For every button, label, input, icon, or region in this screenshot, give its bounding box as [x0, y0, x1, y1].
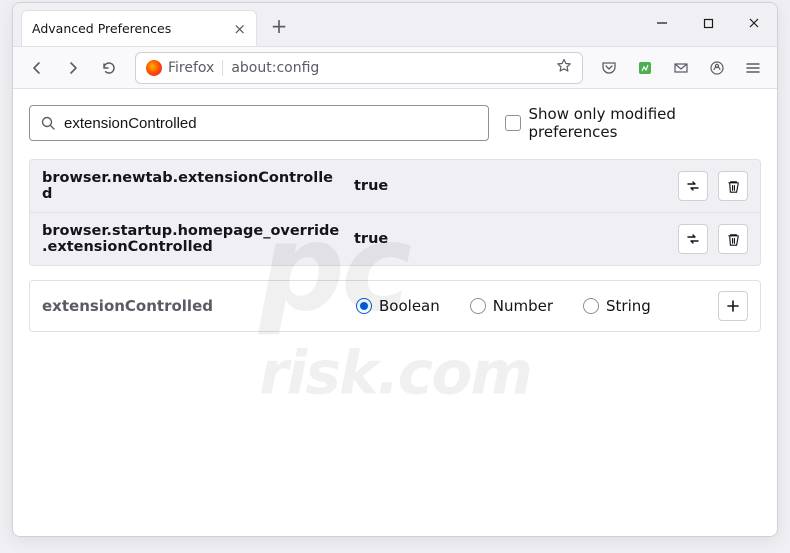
app-menu-button[interactable] [737, 52, 769, 84]
account-icon [709, 60, 725, 76]
inbox-button[interactable] [665, 52, 697, 84]
reload-icon [101, 60, 117, 76]
nav-toolbar: Firefox about:config [13, 47, 777, 89]
add-preference-name: extensionControlled [42, 297, 342, 315]
search-icon [40, 115, 56, 131]
url-text: about:config [231, 60, 548, 76]
preference-value: true [354, 231, 666, 247]
delete-button[interactable] [718, 224, 748, 254]
preference-name: browser.startup.homepage_override.extens… [42, 223, 342, 255]
plus-icon [726, 299, 740, 313]
pocket-icon [601, 60, 617, 76]
preference-row[interactable]: browser.startup.homepage_override.extens… [30, 212, 760, 265]
maximize-icon [703, 18, 714, 29]
arrow-left-icon [29, 60, 45, 76]
radio-label: Boolean [379, 297, 440, 315]
toggle-icon [685, 178, 701, 194]
trash-icon [726, 179, 741, 194]
about-config-content: Show only modified preferences browser.n… [13, 89, 777, 536]
extension-button[interactable] [629, 52, 661, 84]
close-window-button[interactable] [731, 7, 777, 39]
preference-name: browser.newtab.extensionControlled [42, 170, 342, 202]
type-radio-group: Boolean Number String [356, 297, 704, 315]
preference-search-input[interactable] [64, 115, 478, 132]
show-only-modified-label: Show only modified preferences [529, 105, 762, 141]
toggle-button[interactable] [678, 171, 708, 201]
star-icon [556, 58, 572, 74]
tab-title: Advanced Preferences [32, 21, 225, 36]
radio-boolean[interactable]: Boolean [356, 297, 440, 315]
identity-label: Firefox [168, 60, 214, 76]
extension-icon [637, 60, 653, 76]
preference-value: true [354, 178, 666, 194]
minimize-icon [656, 17, 668, 29]
add-preference-row: extensionControlled Boolean Number Strin… [29, 280, 761, 332]
inbox-icon [673, 60, 689, 76]
radio-label: Number [493, 297, 553, 315]
reload-button[interactable] [93, 52, 125, 84]
url-bar[interactable]: Firefox about:config [135, 52, 583, 84]
arrow-right-icon [65, 60, 81, 76]
titlebar: Advanced Preferences × + [13, 3, 777, 47]
trash-icon [726, 232, 741, 247]
preference-list: browser.newtab.extensionControlled true … [29, 159, 761, 266]
toggle-icon [685, 231, 701, 247]
bookmark-star-button[interactable] [556, 58, 572, 78]
radio-number[interactable]: Number [470, 297, 553, 315]
pocket-button[interactable] [593, 52, 625, 84]
maximize-button[interactable] [685, 7, 731, 39]
account-button[interactable] [701, 52, 733, 84]
checkbox-icon [505, 115, 521, 131]
new-tab-button[interactable]: + [263, 10, 295, 42]
hamburger-icon [745, 60, 761, 76]
radio-string[interactable]: String [583, 297, 651, 315]
preference-search-box[interactable] [29, 105, 489, 141]
add-button[interactable] [718, 291, 748, 321]
show-only-modified-checkbox[interactable]: Show only modified preferences [505, 105, 761, 141]
identity-box[interactable]: Firefox [146, 60, 223, 76]
firefox-logo-icon [146, 60, 162, 76]
delete-button[interactable] [718, 171, 748, 201]
radio-label: String [606, 297, 651, 315]
close-tab-icon[interactable]: × [233, 20, 246, 38]
radio-icon [583, 298, 599, 314]
close-icon [748, 17, 760, 29]
back-button[interactable] [21, 52, 53, 84]
forward-button[interactable] [57, 52, 89, 84]
preference-row[interactable]: browser.newtab.extensionControlled true [30, 160, 760, 212]
toggle-button[interactable] [678, 224, 708, 254]
browser-tab[interactable]: Advanced Preferences × [21, 10, 257, 46]
radio-icon [356, 298, 372, 314]
minimize-button[interactable] [639, 7, 685, 39]
radio-icon [470, 298, 486, 314]
